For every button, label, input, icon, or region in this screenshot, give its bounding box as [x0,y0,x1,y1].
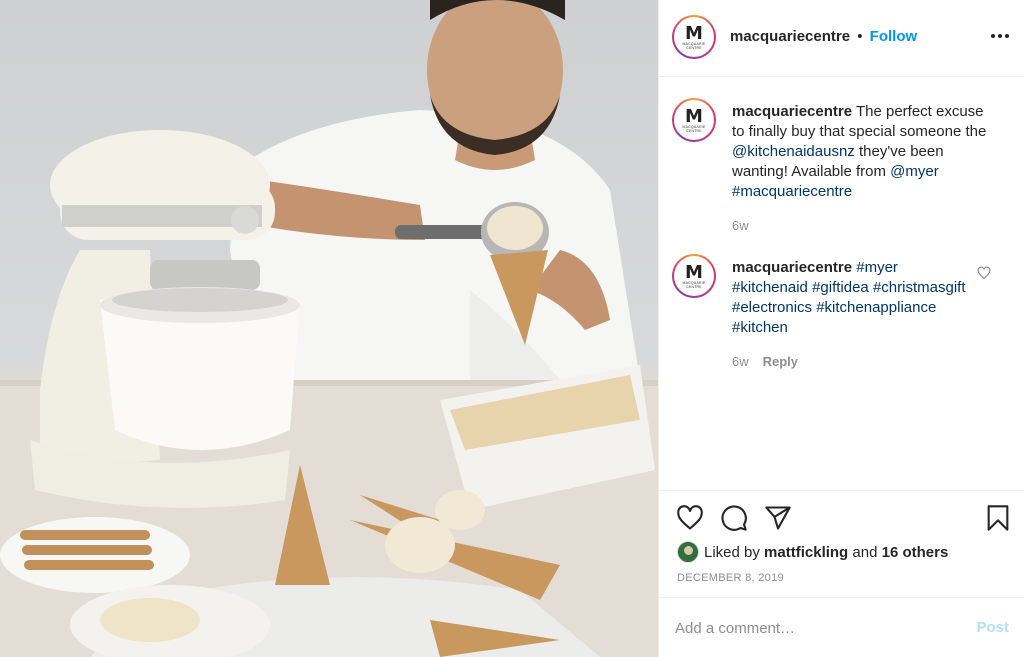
hashtag-link[interactable]: #giftidea [812,279,869,296]
account-username[interactable]: macquariecentre [730,28,850,45]
comment-username[interactable]: macquariecentre [732,259,852,276]
hashtag-link[interactable]: #macquariecentre [732,183,852,200]
small-heart-icon[interactable] [977,266,991,280]
comment-icon[interactable] [720,504,748,532]
comment-input[interactable] [675,616,955,640]
comment-text: macquariecentre #myer #kitchenaid #gifti… [732,258,977,338]
comment-avatar[interactable]: M MACQUARIE CENTRE [672,254,716,298]
hashtag-link[interactable]: #kitchen [732,319,788,336]
comment-age[interactable]: 6w [732,354,749,369]
action-bar: Liked by mattfickling and 16 others DECE… [659,490,1024,597]
caption-avatar[interactable]: M MACQUARIE CENTRE [672,98,716,142]
follow-button[interactable]: Follow [870,28,918,45]
avatar-logo-subtext: MACQUARIE CENTRE [682,41,706,50]
reply-button[interactable]: Reply [763,354,798,369]
post-header: M MACQUARIE CENTRE macquariecentre • Fol… [659,0,1024,77]
post-side-panel: M MACQUARIE CENTRE macquariecentre • Fol… [658,0,1024,657]
likes-prefix: Liked by [704,543,765,561]
likes-summary: Liked by mattfickling and 16 others [677,541,948,563]
likes-others-link[interactable]: 16 others [882,544,949,561]
hashtag-link[interactable]: #kitchenaid [732,279,808,296]
more-options-icon[interactable] [991,34,1009,38]
header-separator: • [857,28,863,45]
kitchenaid-ice-cream-photo [0,0,658,657]
header-line: macquariecentre • Follow [730,28,917,45]
post-date[interactable]: DECEMBER 8, 2019 [677,572,784,584]
liker-username[interactable]: mattfickling [764,544,848,561]
heart-icon[interactable] [676,504,704,532]
hashtag-link[interactable]: #myer [856,259,898,276]
caption-meta: 6w [732,218,749,233]
hashtag-link[interactable]: #kitchenappliance [816,299,936,316]
avatar-logo-letter: M [685,261,703,283]
add-comment-bar: Post [659,597,1024,657]
avatar-logo-letter: M [685,22,703,44]
avatar-logo-letter: M [685,105,703,127]
caption-age[interactable]: 6w [732,218,749,233]
account-avatar[interactable]: M MACQUARIE CENTRE [672,15,716,59]
hashtag-link[interactable]: #electronics [732,299,812,316]
share-icon[interactable] [764,504,792,532]
caption-text: macquariecentre The perfect excuse to fi… [732,102,994,202]
liker-avatar[interactable] [677,541,699,563]
likes-middle: and [848,543,882,561]
avatar-logo-subtext: MACQUARIE CENTRE [682,124,706,133]
caption-username[interactable]: macquariecentre [732,103,852,120]
post-photo[interactable] [0,0,658,657]
bookmark-icon[interactable] [984,504,1012,532]
mention-link[interactable]: @myer [890,163,939,180]
avatar-logo-subtext: MACQUARIE CENTRE [682,280,706,289]
hashtag-link[interactable]: #christmasgift [873,279,966,296]
comment-meta: 6w Reply [732,354,798,369]
mention-link[interactable]: @kitchenaidausnz [732,143,855,160]
post-button[interactable]: Post [976,619,1009,636]
